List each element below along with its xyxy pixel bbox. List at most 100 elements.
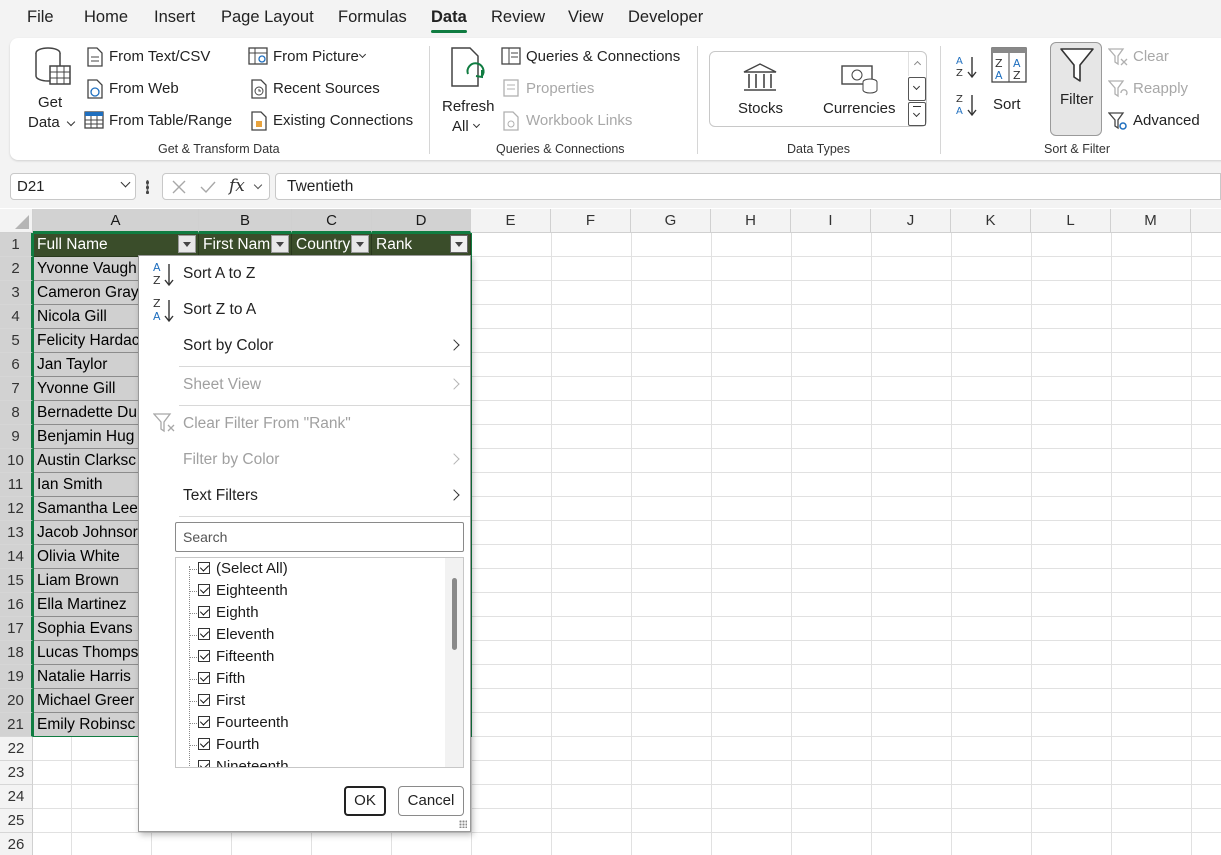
list-item[interactable]: Eighteenth xyxy=(216,580,288,602)
filter-button[interactable]: Filter xyxy=(1050,42,1102,136)
column-header-i[interactable]: I xyxy=(791,209,871,233)
filter-dropdown-button-active[interactable] xyxy=(450,235,468,253)
chevron-down-icon[interactable] xyxy=(253,180,263,190)
list-item[interactable]: Fifteenth xyxy=(216,646,274,668)
row-header[interactable]: 2 xyxy=(0,257,33,281)
filter-search-input[interactable]: Search xyxy=(175,522,464,552)
tab-page-layout[interactable]: Page Layout xyxy=(221,8,314,27)
column-header-f[interactable]: F xyxy=(551,209,631,233)
row-header[interactable]: 9 xyxy=(0,425,33,449)
gallery-scroll-down[interactable] xyxy=(908,77,926,101)
sort-by-color-item[interactable]: Sort by Color xyxy=(183,337,273,355)
row-header[interactable]: 10 xyxy=(0,449,33,473)
from-picture-button[interactable]: From Picture xyxy=(273,48,359,65)
stocks-button[interactable]: Stocks xyxy=(720,58,800,122)
column-header-d[interactable]: D xyxy=(372,209,471,233)
ok-button[interactable]: OK xyxy=(344,786,386,816)
resize-grip-icon[interactable] xyxy=(459,820,467,828)
recent-sources-button[interactable]: Recent Sources xyxy=(273,80,380,97)
column-header-e[interactable]: E xyxy=(471,209,551,233)
list-item[interactable]: Eighth xyxy=(216,602,259,624)
row-header[interactable]: 24 xyxy=(0,785,33,809)
gallery-scroll-up[interactable] xyxy=(908,52,926,76)
table-header-cell[interactable]: Full Name xyxy=(33,233,199,257)
list-item[interactable]: Eleventh xyxy=(216,624,274,646)
checkbox-select-all[interactable] xyxy=(198,562,210,574)
tab-insert[interactable]: Insert xyxy=(154,8,195,27)
tab-file[interactable]: File xyxy=(27,8,54,27)
list-item[interactable]: Fourth xyxy=(216,734,259,756)
checkbox[interactable] xyxy=(198,584,210,596)
properties-button[interactable]: Properties xyxy=(526,80,594,97)
tab-data[interactable]: Data xyxy=(431,8,467,33)
sort-a-to-z-item[interactable]: Sort A to Z xyxy=(183,265,255,283)
clear-filter-item[interactable]: Clear Filter From "Rank" xyxy=(183,415,351,433)
sort-ascending-icon[interactable]: A Z xyxy=(955,54,979,80)
column-header-n[interactable] xyxy=(1191,209,1221,233)
tab-review[interactable]: Review xyxy=(491,8,545,27)
advanced-button[interactable]: Advanced xyxy=(1133,112,1200,129)
list-item[interactable]: Fifth xyxy=(216,668,245,690)
insert-function-icon[interactable]: fx xyxy=(229,176,245,196)
row-header[interactable]: 20 xyxy=(0,689,33,713)
row-header[interactable]: 6 xyxy=(0,353,33,377)
more-options-icon[interactable] xyxy=(146,180,149,194)
tab-formulas[interactable]: Formulas xyxy=(338,8,407,27)
clear-button[interactable]: Clear xyxy=(1133,48,1169,65)
column-header-a[interactable]: A xyxy=(33,209,199,233)
checkbox[interactable] xyxy=(198,738,210,750)
tab-developer[interactable]: Developer xyxy=(628,8,703,27)
checkbox[interactable] xyxy=(198,606,210,618)
row-header[interactable]: 18 xyxy=(0,641,33,665)
reapply-button[interactable]: Reapply xyxy=(1133,80,1188,97)
table-header-cell[interactable]: First Nam xyxy=(199,233,292,257)
column-header-m[interactable]: M xyxy=(1111,209,1191,233)
row-header[interactable]: 16 xyxy=(0,593,33,617)
filter-dropdown-button[interactable] xyxy=(178,235,196,253)
row-header[interactable]: 7 xyxy=(0,377,33,401)
checkbox[interactable] xyxy=(198,672,210,684)
cancel-button[interactable]: Cancel xyxy=(398,786,464,816)
row-header[interactable]: 12 xyxy=(0,497,33,521)
filter-by-color-item[interactable]: Filter by Color xyxy=(183,451,279,469)
checkbox[interactable] xyxy=(198,760,210,767)
row-header[interactable]: 15 xyxy=(0,569,33,593)
table-header-cell[interactable]: Country xyxy=(292,233,372,257)
checkbox[interactable] xyxy=(198,628,210,640)
sheet-view-item[interactable]: Sheet View xyxy=(183,376,261,394)
column-header-c[interactable]: C xyxy=(292,209,372,233)
sort-button[interactable]: Z A A Z Sort xyxy=(988,44,1030,132)
table-header-cell[interactable]: Rank xyxy=(372,233,471,257)
list-scrollbar-thumb[interactable] xyxy=(452,578,457,650)
row-header[interactable]: 13 xyxy=(0,521,33,545)
queries-connections-button[interactable]: Queries & Connections xyxy=(526,48,680,65)
filter-dropdown-button[interactable] xyxy=(271,235,289,253)
from-table-range-button[interactable]: From Table/Range xyxy=(109,112,232,129)
text-filters-item[interactable]: Text Filters xyxy=(183,487,258,505)
sort-z-to-a-item[interactable]: Sort Z to A xyxy=(183,301,256,319)
column-header-l[interactable]: L xyxy=(1031,209,1111,233)
enter-icon[interactable] xyxy=(199,179,217,195)
row-header[interactable]: 11 xyxy=(0,473,33,497)
select-all-corner[interactable] xyxy=(0,209,33,233)
row-header[interactable]: 5 xyxy=(0,329,33,353)
column-header-b[interactable]: B xyxy=(199,209,292,233)
column-header-k[interactable]: K xyxy=(951,209,1031,233)
tab-view[interactable]: View xyxy=(568,8,603,27)
list-item[interactable]: Fourteenth xyxy=(216,712,289,734)
checkbox[interactable] xyxy=(198,650,210,662)
list-item[interactable]: (Select All) xyxy=(216,558,288,580)
row-header[interactable]: 17 xyxy=(0,617,33,641)
row-header[interactable]: 26 xyxy=(0,833,33,855)
row-header[interactable]: 19 xyxy=(0,665,33,689)
column-header-j[interactable]: J xyxy=(871,209,951,233)
existing-connections-button[interactable]: Existing Connections xyxy=(273,112,413,129)
row-header[interactable]: 23 xyxy=(0,761,33,785)
list-item[interactable]: Nineteenth xyxy=(216,756,289,767)
row-header[interactable]: 22 xyxy=(0,737,33,761)
cancel-icon[interactable] xyxy=(171,179,187,195)
column-header-g[interactable]: G xyxy=(631,209,711,233)
workbook-links-button[interactable]: Workbook Links xyxy=(526,112,632,129)
row-header[interactable]: 3 xyxy=(0,281,33,305)
refresh-all-button[interactable]: Refresh All xyxy=(438,44,496,135)
